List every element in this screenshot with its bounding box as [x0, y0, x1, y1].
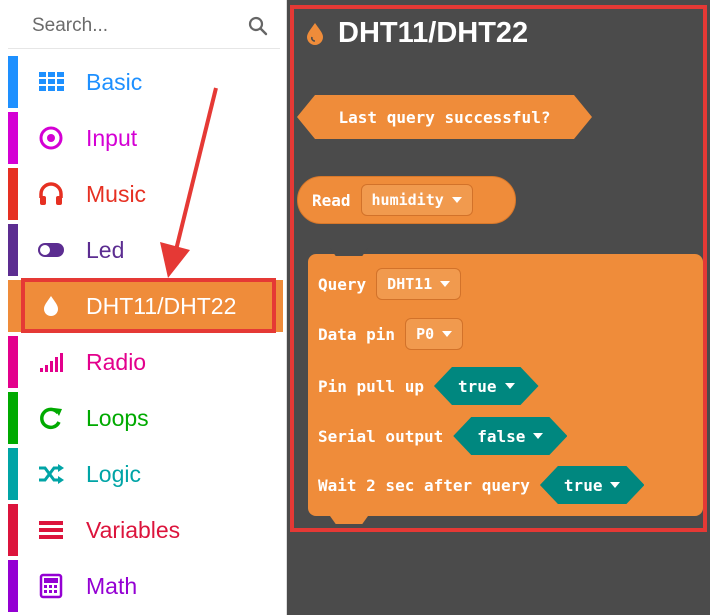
block-label: Query	[318, 274, 367, 294]
category-color-stripe	[8, 560, 18, 612]
dropdown-value: humidity	[371, 191, 444, 209]
last-query-successful-block[interactable]: Last query successful?	[297, 95, 592, 139]
category-dht11-dht22[interactable]: DHT11/DHT22	[8, 280, 283, 332]
boolean-value: true	[563, 475, 603, 495]
serial-output-row: Serial output false	[318, 417, 567, 455]
serial-output-boolean[interactable]: false	[453, 417, 567, 455]
block-label: Data pin	[318, 324, 396, 344]
category-variables[interactable]: Variables	[8, 504, 283, 556]
category-color-stripe	[8, 280, 18, 332]
category-logic[interactable]: Logic	[8, 448, 283, 500]
category-radio[interactable]: Radio	[8, 336, 283, 388]
category-label: Music	[86, 181, 147, 207]
wait-after-query-boolean[interactable]: true	[540, 466, 645, 504]
category-label: DHT11/DHT22	[86, 293, 237, 319]
boolean-value: true	[457, 376, 497, 396]
category-music[interactable]: Music	[8, 168, 283, 220]
block-label: Read	[312, 190, 351, 210]
read-block[interactable]: Read humidity	[297, 176, 516, 224]
category-label: Loops	[86, 405, 149, 431]
pin-pull-up-boolean[interactable]: true	[434, 367, 539, 405]
search-box	[8, 4, 280, 49]
category-input[interactable]: Input	[8, 112, 283, 164]
category-label: Variables	[86, 517, 181, 543]
category-basic[interactable]: Basic	[8, 56, 283, 108]
signal-bars-icon	[40, 353, 63, 372]
calculator-icon	[39, 573, 63, 599]
category-color-stripe	[8, 448, 18, 500]
shuffle-icon	[39, 464, 64, 484]
category-color-stripe	[8, 56, 18, 108]
toolbox-sidebar: Basic Input Music Led DHT11/	[0, 0, 287, 615]
sensor-type-dropdown[interactable]: DHT11	[376, 268, 462, 300]
category-label: Input	[86, 125, 138, 151]
lines-icon	[39, 521, 63, 539]
chevron-down-icon	[610, 482, 620, 488]
toggle-icon	[38, 243, 64, 257]
block-notch	[330, 248, 368, 256]
category-led[interactable]: Led	[8, 224, 283, 276]
category-label: Logic	[86, 461, 141, 487]
category-label: Radio	[86, 349, 147, 375]
chevron-down-icon	[533, 433, 543, 439]
category-math[interactable]: Math	[8, 560, 283, 612]
category-label: Basic	[86, 69, 143, 95]
block-label: Serial output	[318, 426, 444, 446]
search-icon[interactable]	[248, 16, 268, 36]
block-notch	[330, 516, 368, 524]
block-label: Last query successful?	[338, 107, 551, 127]
drop-icon	[44, 296, 58, 316]
data-pin-row: Data pin P0	[318, 318, 464, 350]
category-label: Led	[86, 237, 125, 263]
category-color-stripe	[8, 336, 18, 388]
block-label: Wait 2 sec after query	[318, 475, 530, 495]
category-loops[interactable]: Loops	[8, 392, 283, 444]
chevron-down-icon	[442, 331, 453, 337]
drop-icon	[307, 23, 323, 45]
search-input[interactable]	[30, 10, 244, 42]
read-dropdown[interactable]: humidity	[360, 184, 473, 216]
query-row: Query DHT11	[318, 268, 462, 300]
target-icon	[39, 126, 63, 150]
chevron-down-icon	[451, 197, 462, 203]
query-block[interactable]: Query DHT11 Data pin P0 Pin pull up true…	[308, 248, 703, 524]
category-color-stripe	[8, 504, 18, 556]
category-color-stripe	[8, 168, 18, 220]
pin-pull-up-row: Pin pull up true	[318, 367, 539, 405]
data-pin-dropdown[interactable]: P0	[405, 318, 464, 350]
grid-icon	[39, 72, 64, 91]
chevron-down-icon	[505, 383, 515, 389]
loop-icon	[40, 407, 62, 430]
flyout-title: DHT11/DHT22	[338, 17, 529, 49]
wait-after-query-row: Wait 2 sec after query true	[318, 466, 644, 504]
headphones-icon	[39, 182, 63, 205]
dropdown-value: DHT11	[387, 275, 433, 293]
category-color-stripe	[8, 224, 18, 276]
chevron-down-icon	[440, 281, 451, 287]
category-label: Math	[86, 573, 138, 599]
block-label: Pin pull up	[318, 376, 424, 396]
dropdown-value: P0	[416, 325, 435, 343]
category-color-stripe	[8, 392, 18, 444]
boolean-value: false	[477, 426, 526, 446]
category-color-stripe	[8, 112, 18, 164]
